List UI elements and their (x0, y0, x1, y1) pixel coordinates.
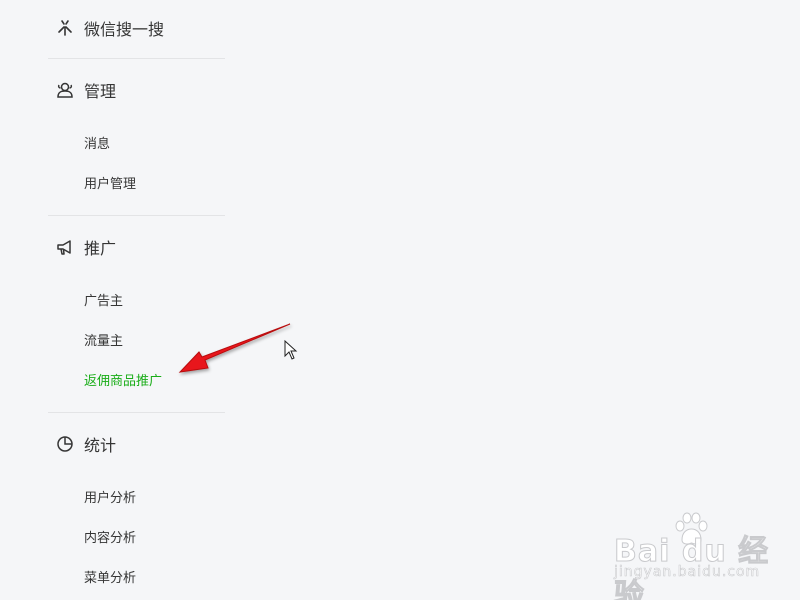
sidebar-item-messages[interactable]: 消息 (84, 133, 110, 152)
megaphone-icon (56, 238, 74, 256)
divider (48, 58, 225, 59)
sidebar-item-menu-analysis[interactable]: 菜单分析 (84, 567, 136, 586)
users-icon (56, 81, 74, 99)
pie-chart-icon (56, 435, 74, 453)
page: 微信搜一搜 管理 消息 用户管理 推广 广告主 流量主 返佣商品推广 统计 用户… (0, 0, 800, 600)
sidebar-item-search[interactable]: 微信搜一搜 (56, 16, 164, 40)
section-title-statistics: 统计 (56, 432, 116, 456)
section-title-promotion: 推广 (56, 235, 116, 259)
divider (48, 215, 225, 216)
section-title-label: 推广 (84, 239, 117, 258)
section-title-manage: 管理 (56, 78, 116, 102)
sidebar-item-advertiser[interactable]: 广告主 (84, 290, 123, 309)
sidebar-item-content-analysis[interactable]: 内容分析 (84, 527, 136, 546)
sidebar-item-user-analysis[interactable]: 用户分析 (84, 487, 136, 506)
sidebar-item-label: 微信搜一搜 (84, 20, 165, 39)
sparkle-icon (56, 19, 74, 37)
watermark-logo: Bai du 经验 (614, 534, 770, 600)
sidebar-item-publisher[interactable]: 流量主 (84, 330, 123, 349)
divider (48, 412, 225, 413)
sidebar-item-user-management[interactable]: 用户管理 (84, 173, 136, 192)
watermark: Bai du 经验 jingyan.baidu.com (610, 512, 790, 600)
section-title-label: 管理 (84, 82, 117, 101)
watermark-url: jingyan.baidu.com (614, 564, 761, 581)
sidebar-item-commission-promotion[interactable]: 返佣商品推广 (84, 370, 162, 389)
section-title-label: 统计 (84, 436, 117, 455)
